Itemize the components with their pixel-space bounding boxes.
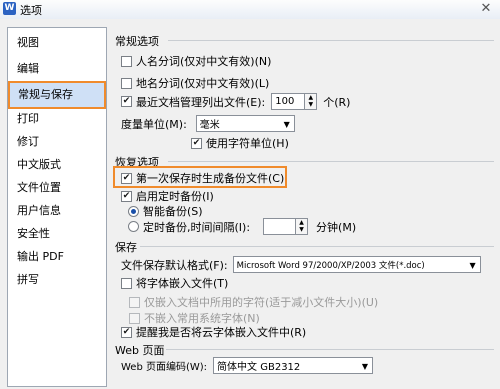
- measure-unit-label: 度量单位(M):: [121, 117, 187, 131]
- title-bar: W 选项 ✕: [0, 0, 500, 20]
- sidebar-item-output-pdf[interactable]: 输出 PDF: [9, 246, 105, 268]
- place-word-seg-checkbox[interactable]: [121, 77, 132, 89]
- save-header: 保存: [115, 241, 137, 254]
- default-format-value: Microsoft Word 97/2000/XP/2003 文件(*.doc): [236, 260, 425, 271]
- recent-docs-spinner[interactable]: 100 ▲ ▼: [271, 93, 318, 110]
- recent-docs-unit: 个(R): [323, 95, 351, 109]
- sidebar-item-chinese-layout[interactable]: 中文版式: [9, 154, 105, 176]
- first-backup-label: 第一次保存时生成备份文件(C): [136, 172, 285, 185]
- default-format-label: 文件保存默认格式(F):: [121, 258, 228, 272]
- first-backup-option[interactable]: ✔ 第一次保存时生成备份文件(C): [121, 170, 284, 186]
- interval-input[interactable]: [263, 218, 297, 235]
- sidebar-item-revision[interactable]: 修订: [9, 131, 105, 153]
- close-button[interactable]: ✕: [478, 1, 494, 17]
- measure-unit-select[interactable]: 毫米 ▼: [195, 115, 295, 132]
- sidebar-item-security[interactable]: 安全性: [9, 223, 105, 245]
- place-word-seg-option[interactable]: 地名分词(仅对中文有效)(L): [121, 75, 269, 91]
- sidebar-item-edit[interactable]: 编辑: [9, 58, 105, 80]
- chevron-down-icon: ▼: [469, 261, 476, 270]
- divider: [140, 246, 494, 247]
- interval-spinner[interactable]: ▲ ▼: [263, 218, 309, 235]
- default-format-select[interactable]: Microsoft Word 97/2000/XP/2003 文件(*.doc)…: [232, 256, 481, 273]
- web-encoding-select[interactable]: 简体中文 GB2312 ▼: [213, 357, 374, 374]
- smart-backup-option[interactable]: 智能备份(S): [128, 203, 203, 219]
- sidebar-item-print[interactable]: 打印: [9, 108, 105, 130]
- sidebar-item-user-info[interactable]: 用户信息: [9, 200, 105, 222]
- sidebar-item-spelling[interactable]: 拼写: [9, 269, 105, 291]
- options-sidebar: 视图 编辑 常规与保存 打印 修订 中文版式 文件位置 用户信息 安全性 输出 …: [7, 27, 107, 387]
- recent-docs-input[interactable]: 100: [271, 93, 306, 110]
- embed-fonts-label: 将字体嵌入文件(T): [136, 277, 229, 290]
- chevron-down-icon: ▼: [361, 362, 369, 371]
- sidebar-item-file-location[interactable]: 文件位置: [9, 177, 105, 199]
- embed-used-only-option[interactable]: 仅嵌入文档中所用的字符(适于减小文件大小)(U): [129, 294, 378, 310]
- embed-fonts-option[interactable]: 将字体嵌入文件(T): [121, 275, 228, 291]
- spinner-arrows-icon[interactable]: ▲ ▼: [305, 93, 318, 110]
- web-header: Web 页面: [115, 344, 165, 357]
- remind-cloud-fonts-label: 提醒我是否将云字体嵌入文件中(R): [136, 326, 307, 339]
- default-format-row: 文件保存默认格式(F): Microsoft Word 97/2000/XP/2…: [121, 256, 481, 273]
- web-encoding-label: Web 页面编码(W):: [121, 362, 208, 373]
- enable-timed-label: 启用定时备份(I): [136, 190, 214, 203]
- first-backup-checkbox[interactable]: ✔: [121, 172, 132, 184]
- embed-used-only-checkbox[interactable]: [129, 296, 140, 308]
- measure-unit-row: 度量单位(M): 毫米 ▼: [121, 115, 295, 132]
- web-encoding-row: Web 页面编码(W): 简体中文 GB2312 ▼: [121, 357, 374, 374]
- name-word-seg-checkbox[interactable]: [121, 55, 132, 67]
- enable-timed-option[interactable]: ✔ 启用定时备份(I): [121, 188, 214, 204]
- smart-backup-label: 智能备份(S): [143, 205, 203, 218]
- recent-docs-checkbox[interactable]: ✔: [121, 96, 132, 107]
- timed-backup-label: 定时备份,时间间隔(I):: [143, 220, 251, 234]
- place-word-seg-label: 地名分词(仅对中文有效)(L): [136, 77, 270, 90]
- sidebar-item-view[interactable]: 视图: [9, 32, 105, 54]
- remind-cloud-fonts-checkbox[interactable]: ✔: [121, 326, 132, 338]
- general-options-header: 常规选项: [115, 35, 159, 48]
- chevron-down-icon: ▼: [283, 120, 290, 129]
- timed-backup-radio[interactable]: [128, 221, 139, 232]
- use-char-unit-label: 使用字符单位(H): [206, 137, 289, 150]
- divider: [166, 349, 494, 350]
- minutes-label: 分钟(M): [316, 220, 357, 234]
- embed-fonts-checkbox[interactable]: [121, 277, 132, 289]
- divider: [168, 40, 494, 41]
- options-dialog: 视图 编辑 常规与保存 打印 修订 中文版式 文件位置 用户信息 安全性 输出 …: [0, 19, 500, 389]
- sidebar-item-general-save[interactable]: 常规与保存: [8, 81, 106, 109]
- measure-unit-value: 毫米: [199, 120, 220, 131]
- smart-backup-radio[interactable]: [128, 205, 139, 217]
- web-encoding-value: 简体中文 GB2312: [217, 362, 301, 373]
- embed-used-only-label: 仅嵌入文档中所用的字符(适于减小文件大小)(U): [144, 296, 379, 309]
- general-save-panel: 常规选项 人名分词(仅对中文有效)(N) 地名分词(仅对中文有效)(L) ✔ 最…: [112, 27, 498, 385]
- remind-cloud-fonts-option[interactable]: ✔ 提醒我是否将云字体嵌入文件中(R): [121, 324, 306, 340]
- no-common-fonts-checkbox[interactable]: [129, 312, 140, 324]
- name-word-seg-label: 人名分词(仅对中文有效)(N): [136, 55, 272, 68]
- spinner-arrows-icon[interactable]: ▲ ▼: [296, 218, 309, 235]
- use-char-unit-option[interactable]: ✔ 使用字符单位(H): [191, 135, 289, 151]
- divider: [168, 161, 494, 162]
- enable-timed-checkbox[interactable]: ✔: [121, 190, 132, 202]
- window-title: 选项: [20, 4, 42, 17]
- timed-backup-option[interactable]: 定时备份,时间间隔(I): ▲ ▼ 分钟(M): [128, 218, 356, 235]
- recent-docs-label: 最近文档管理列出文件(E):: [136, 95, 266, 109]
- use-char-unit-checkbox[interactable]: ✔: [191, 137, 202, 149]
- name-word-seg-option[interactable]: 人名分词(仅对中文有效)(N): [121, 53, 271, 69]
- recent-docs-option[interactable]: ✔ 最近文档管理列出文件(E): 100 ▲ ▼ 个(R): [121, 93, 350, 110]
- wps-writer-icon: W: [3, 2, 16, 15]
